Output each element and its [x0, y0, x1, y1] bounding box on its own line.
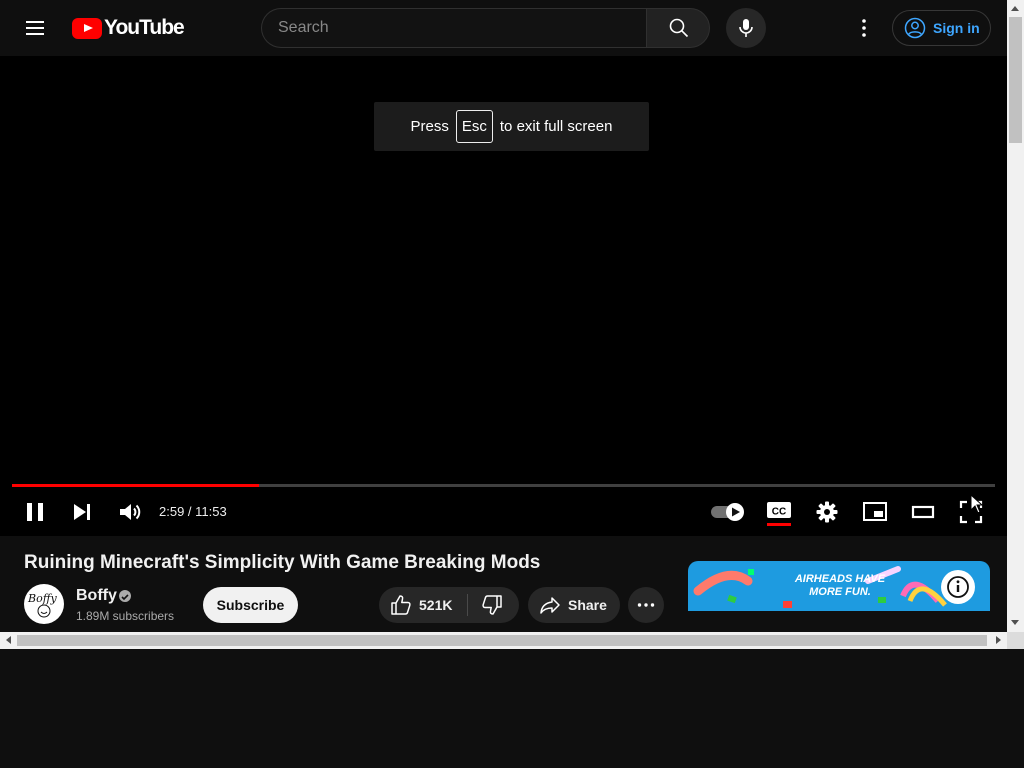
browser-viewport: YouTube Search Sign in Press Esc to exit… — [0, 0, 1007, 632]
scroll-left-arrow-icon[interactable] — [6, 636, 11, 644]
ad-footer — [688, 611, 990, 632]
pause-button[interactable] — [23, 500, 47, 524]
video-title: Ruining Minecraft's Simplicity With Game… — [24, 552, 541, 573]
share-button[interactable]: Share — [528, 587, 620, 623]
search-box — [261, 8, 647, 48]
menu-icon — [26, 21, 44, 23]
sign-in-button[interactable]: Sign in — [892, 10, 991, 46]
subscriber-count: 1.89M subscribers — [76, 609, 175, 623]
settings-gear-icon — [816, 501, 838, 523]
channel-name[interactable]: Boffy — [76, 587, 117, 605]
guide-menu-button[interactable] — [22, 16, 50, 40]
search-icon — [669, 18, 689, 38]
theater-mode-button[interactable] — [910, 500, 936, 524]
channel-avatar[interactable]: Boffy — [24, 584, 64, 624]
pause-icon — [27, 503, 43, 521]
subscribe-button[interactable]: Subscribe — [203, 587, 298, 623]
toast-prefix: Press — [410, 118, 449, 135]
channel-avatar-doodle-icon: Boffy — [27, 592, 57, 618]
settings-button[interactable] — [815, 500, 839, 524]
ad-slogan: AIRHEADS HAVE MORE FUN. — [794, 573, 886, 598]
thumbs-down-icon — [482, 595, 502, 615]
microphone-icon — [739, 19, 753, 37]
share-label: Share — [568, 597, 607, 613]
thumbs-up-icon — [391, 595, 411, 615]
horizontal-scroll-thumb[interactable] — [17, 635, 987, 646]
more-actions-button[interactable] — [628, 587, 664, 623]
time-display: 2:59 / 11:53 — [159, 504, 227, 519]
esc-key-badge: Esc — [455, 110, 493, 143]
volume-icon — [120, 504, 141, 520]
sign-in-label: Sign in — [933, 20, 980, 36]
account-circle-icon — [904, 17, 926, 39]
mute-button[interactable] — [117, 500, 141, 524]
like-button[interactable]: 521K — [379, 587, 467, 623]
toast-suffix: to exit full screen — [499, 118, 613, 135]
next-icon — [74, 504, 90, 520]
next-video-button[interactable] — [70, 500, 94, 524]
masthead: YouTube Search Sign in — [0, 0, 1007, 56]
sidebar-ad-banner[interactable]: AIRHEADS HAVE MORE FUN. — [688, 561, 990, 632]
progress-played — [12, 484, 259, 487]
autoplay-toggle-icon — [711, 503, 744, 521]
voice-search-button[interactable] — [726, 8, 766, 48]
info-icon — [947, 576, 969, 598]
subtitles-button[interactable]: CC — [766, 499, 792, 527]
like-dislike-group: 521K — [379, 587, 519, 623]
mouse-cursor-icon — [970, 494, 984, 514]
captions-icon: CC — [767, 502, 791, 526]
search-input[interactable] — [278, 9, 638, 47]
dislike-button[interactable] — [468, 587, 519, 623]
search-button[interactable] — [646, 8, 710, 48]
scrollbar-corner — [1007, 632, 1024, 649]
miniplayer-icon — [863, 502, 887, 521]
ad-info-button[interactable] — [941, 570, 975, 604]
svg-text:CC: CC — [772, 507, 786, 518]
scroll-down-arrow-icon[interactable] — [1011, 620, 1019, 625]
youtube-play-logo-icon — [72, 17, 102, 39]
svg-text:Boffy: Boffy — [27, 592, 57, 605]
autoplay-toggle[interactable] — [710, 502, 746, 522]
theater-mode-icon — [911, 505, 935, 519]
progress-bar[interactable] — [12, 484, 995, 487]
settings-menu-button[interactable] — [852, 16, 876, 40]
vertical-scroll-thumb[interactable] — [1009, 17, 1022, 143]
miniplayer-button[interactable] — [862, 500, 888, 524]
horizontal-scrollbar[interactable] — [0, 632, 1007, 649]
video-player[interactable]: Press Esc to exit full screen — [0, 56, 1007, 536]
scroll-right-arrow-icon[interactable] — [996, 636, 1001, 644]
youtube-logo[interactable]: YouTube — [72, 16, 185, 39]
like-count: 521K — [419, 597, 453, 613]
more-vertical-icon — [862, 19, 866, 37]
fullscreen-exit-toast: Press Esc to exit full screen — [374, 102, 649, 151]
verified-badge-icon — [119, 590, 131, 602]
vertical-scrollbar[interactable] — [1007, 0, 1024, 632]
scroll-up-arrow-icon[interactable] — [1011, 6, 1019, 11]
logo-text: YouTube — [104, 16, 185, 39]
more-horizontal-icon — [637, 603, 655, 607]
share-arrow-icon — [540, 597, 560, 614]
